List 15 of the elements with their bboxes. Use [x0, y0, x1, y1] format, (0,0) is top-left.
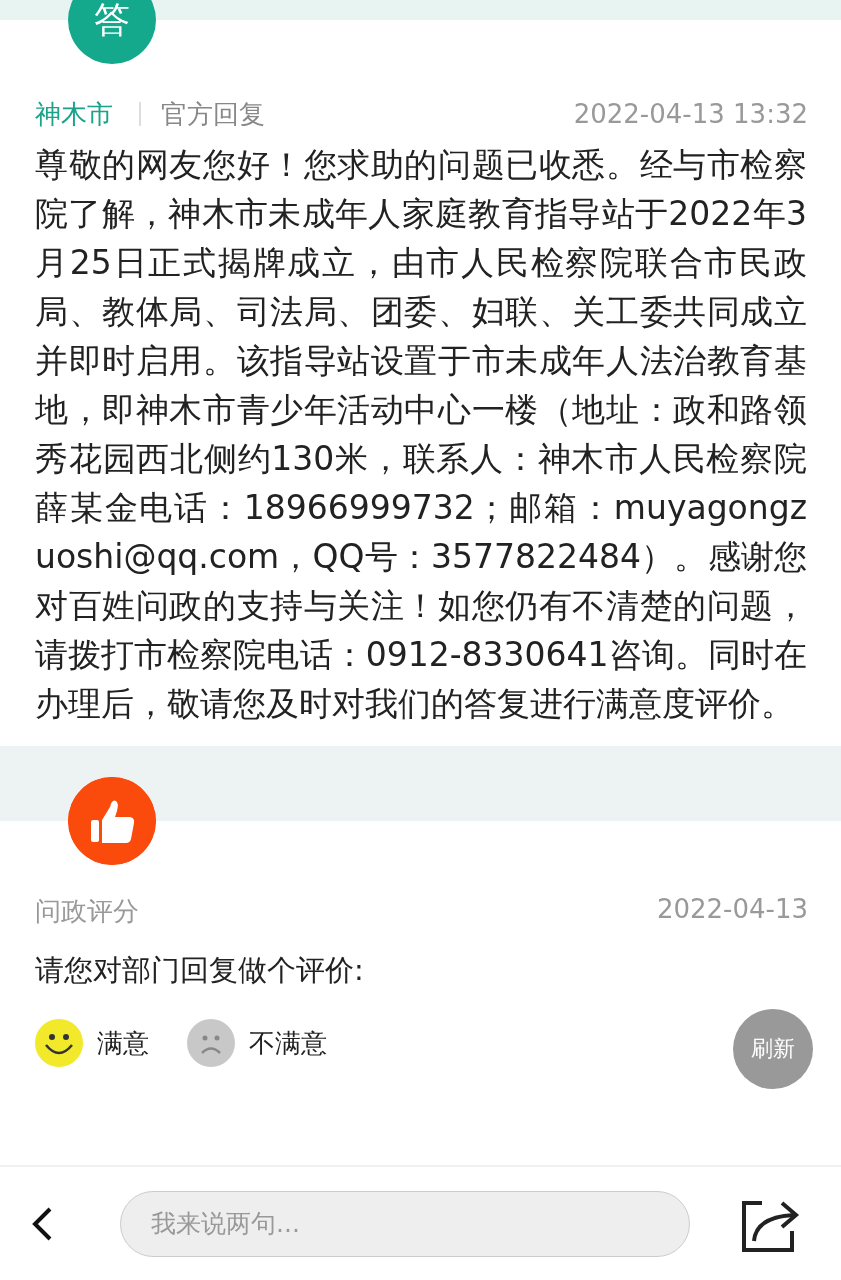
- rating-title: 问政评分: [35, 895, 140, 928]
- reply-text: 尊敬的网友您好！您求助的问题已收悉。经与市检察院了解，神木市未成年人家庭教育指导站于2022年3月25日正式揭牌成立，由市人民检察院联合市民政局、教体局、司法局、团委、妇联、关工委共同成立并即时启用。该指导站设置于市未成年人法治教育基地，即神木市青少年活动中心一楼（地址：政和路领秀花园西北侧约130米，联系人：神木市人民检察院薛某金电话：18966999732；邮箱：muyagongzuoshi@qq.com，QQ号：3577822484）。感谢您对百姓问政的支持与关注！如您仍有不清楚的问题，请拨打市检察院电话：0912-8330641咨询。同时在办理后，敬请您及时对我们的答复进行满意度评价。: [35, 144, 807, 725]
- department-name: 神木市: [35, 97, 113, 131]
- rating-date: 2022-04-13: [656, 894, 808, 926]
- comment-field[interactable]: 我来说两句...: [120, 1190, 690, 1257]
- answer-avatar: 答: [68, 0, 156, 64]
- rating-prompt: 请您对部门回复做个评价:: [34, 952, 365, 989]
- reply-type: 官方回复: [161, 97, 266, 131]
- rating-option-label[interactable]: 满意: [97, 1025, 149, 1061]
- frown-icon[interactable]: [187, 1019, 235, 1067]
- reply-time: 2022-04-13 13:32: [573, 99, 808, 129]
- rating-option-label[interactable]: 不满意: [249, 1025, 327, 1061]
- smiley-icon[interactable]: [35, 1019, 83, 1067]
- thumbs-up-icon: [68, 777, 156, 865]
- back-icon[interactable]: [30, 1205, 54, 1242]
